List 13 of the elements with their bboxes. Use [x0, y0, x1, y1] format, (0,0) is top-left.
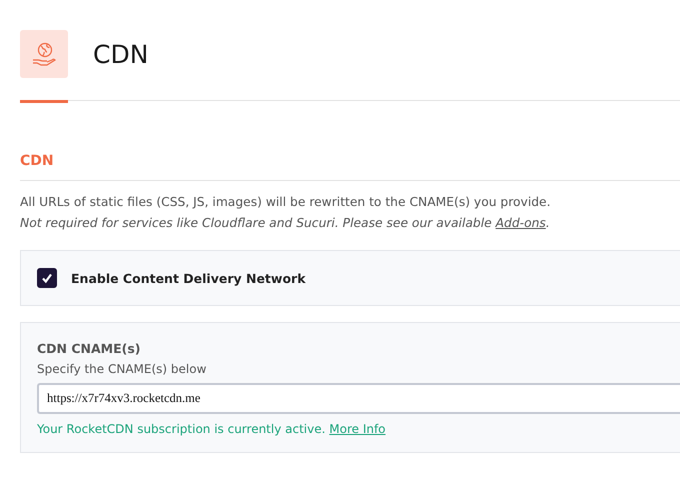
- checkmark-icon: [41, 272, 53, 284]
- status-text: Your RocketCDN subscription is currently active. More Info: [37, 422, 387, 436]
- description-text: All URLs of static files (CSS, JS, images) will be rewritten to the CNAME(s) you provide.: [20, 194, 552, 211]
- globe-hand-icon: [20, 30, 68, 78]
- checkbox[interactable]: [37, 268, 57, 288]
- page-title: CDN: [93, 40, 148, 68]
- add-ons-link[interactable]: Add-ons: [496, 216, 546, 230]
- cname-input-field[interactable]: https://x7r74xv3.rocketcdn.me: [37, 383, 680, 414]
- section-title: CDN: [20, 153, 680, 181]
- checkbox-label: Enable Content Delivery Network: [71, 270, 306, 286]
- field-title: CDN CNAME(s): [37, 341, 142, 356]
- note-text: Not required for services like Cloudflare and Sucuri. Please see our available Add-ons.: [20, 215, 551, 232]
- field-hint: Specify the CNAME(s) below: [37, 362, 208, 376]
